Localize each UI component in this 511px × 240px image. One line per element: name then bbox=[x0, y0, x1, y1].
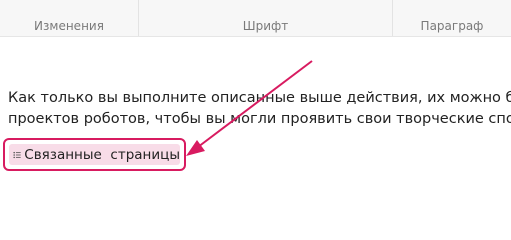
annotation-arrow bbox=[186, 60, 313, 156]
